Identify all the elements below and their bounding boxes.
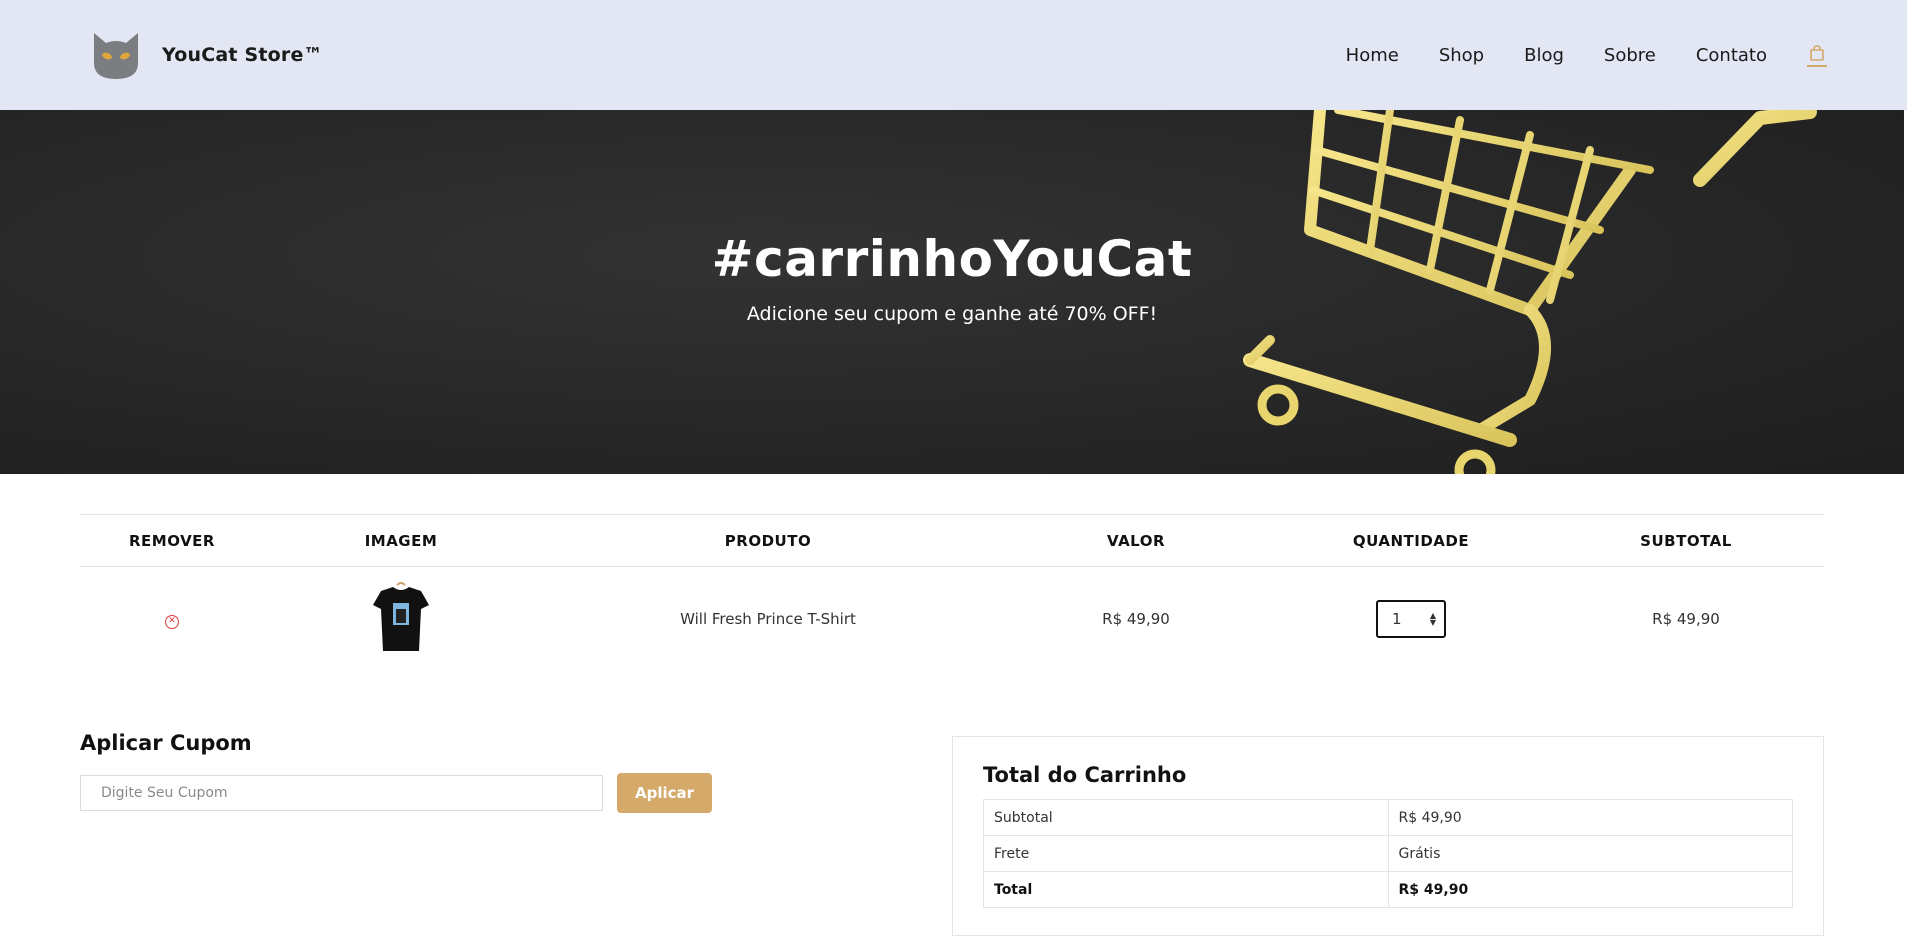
product-name[interactable]: Will Fresh Prince T-Shirt xyxy=(538,567,998,671)
totals-value: R$ 49,90 xyxy=(1387,799,1793,836)
quantity-value: 1 xyxy=(1392,609,1402,628)
shopping-bag-icon xyxy=(1810,44,1824,61)
main-nav: Home Shop Blog Sobre Contato xyxy=(1306,44,1827,67)
cart-totals: Total do Carrinho Subtotal R$ 49,90 Fret… xyxy=(952,736,1824,936)
table-row: ✕ Will Fresh Prince T-Shirt R$ 49,90 1 ▲… xyxy=(80,567,1824,671)
totals-title: Total do Carrinho xyxy=(983,763,1187,787)
nav-home[interactable]: Home xyxy=(1346,45,1399,66)
apply-coupon-button[interactable]: Aplicar xyxy=(617,773,712,813)
product-tshirt-image[interactable] xyxy=(371,581,431,653)
hero-title: #carrinhoYouCat xyxy=(711,230,1193,288)
table-header-row: REMOVER IMAGEM PRODUTO VALOR QUANTIDADE … xyxy=(80,514,1824,567)
brand[interactable]: YouCat Store™ xyxy=(88,27,323,83)
nav-blog[interactable]: Blog xyxy=(1524,45,1564,66)
totals-value: R$ 49,90 xyxy=(1387,871,1793,908)
remove-item-icon[interactable]: ✕ xyxy=(165,614,179,629)
hero-subtitle: Adicione seu cupom e ganhe até 70% OFF! xyxy=(746,303,1158,325)
totals-label: Frete xyxy=(983,835,1389,872)
col-imagem: IMAGEM xyxy=(264,514,538,567)
col-subtotal: SUBTOTAL xyxy=(1548,514,1824,567)
row-subtotal: R$ 49,90 xyxy=(1652,609,1720,628)
product-price: R$ 49,90 xyxy=(1102,609,1170,628)
totals-label: Subtotal xyxy=(983,799,1389,836)
totals-row: Frete Grátis xyxy=(983,835,1793,872)
site-header: YouCat Store™ Home Shop Blog Sobre Conta… xyxy=(0,0,1907,110)
quantity-stepper[interactable]: 1 ▲ ▼ xyxy=(1376,599,1446,638)
cat-logo-icon xyxy=(94,33,138,79)
active-underline xyxy=(1807,64,1827,67)
col-quantidade: QUANTIDADE xyxy=(1274,514,1548,567)
spinner-arrows-icon[interactable]: ▲ ▼ xyxy=(1430,611,1436,626)
coupon-title: Aplicar Cupom xyxy=(80,731,252,755)
totals-row-total: Total R$ 49,90 xyxy=(983,871,1793,908)
totals-row: Subtotal R$ 49,90 xyxy=(983,799,1793,836)
cart-link[interactable] xyxy=(1807,44,1827,67)
col-valor: VALOR xyxy=(998,514,1274,567)
col-remover: REMOVER xyxy=(80,514,264,567)
cart-table: REMOVER IMAGEM PRODUTO VALOR QUANTIDADE … xyxy=(80,514,1824,671)
hero-banner: #carrinhoYouCat Adicione seu cupom e gan… xyxy=(0,110,1904,474)
col-produto: PRODUTO xyxy=(538,514,998,567)
shopping-cart-illustration xyxy=(1243,110,1817,474)
coupon-input[interactable] xyxy=(80,775,603,811)
nav-shop[interactable]: Shop xyxy=(1439,45,1484,66)
totals-value: Grátis xyxy=(1387,835,1793,872)
totals-label: Total xyxy=(983,871,1389,908)
totals-table: Subtotal R$ 49,90 Frete Grátis Total R$ … xyxy=(983,799,1793,908)
nav-sobre[interactable]: Sobre xyxy=(1604,45,1656,66)
brand-name: YouCat Store™ xyxy=(162,44,323,66)
nav-contato[interactable]: Contato xyxy=(1696,45,1767,66)
